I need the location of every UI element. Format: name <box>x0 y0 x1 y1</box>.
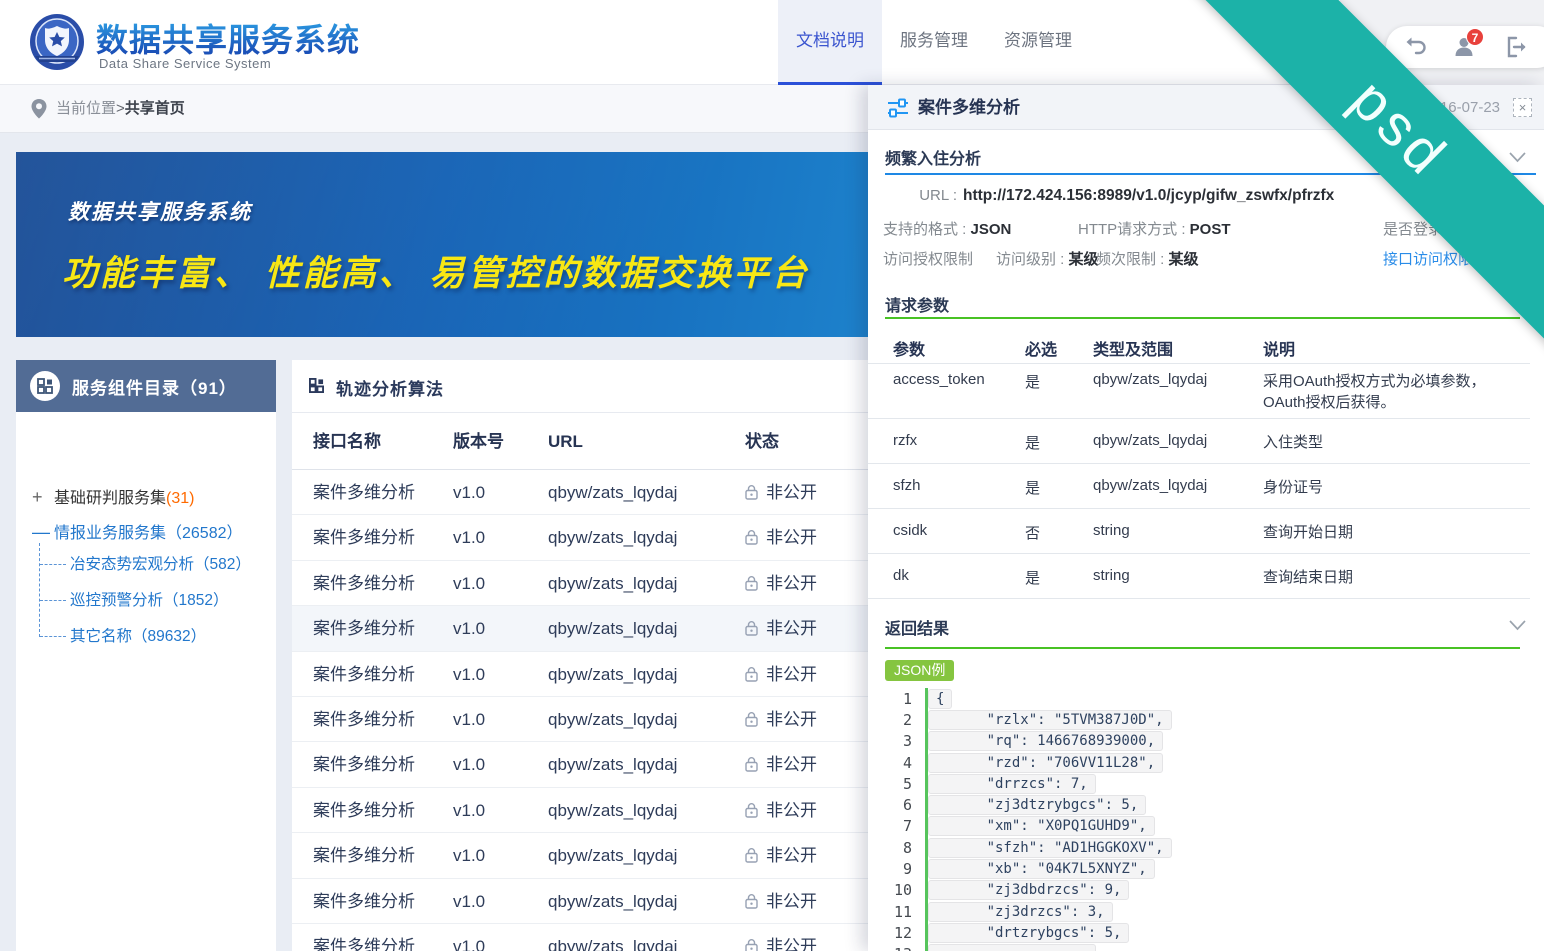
section-divider-green <box>885 317 1520 319</box>
sidebar-item-1[interactable]: —情报业务服务集（26582） <box>32 521 243 543</box>
params-header: 参数 必选 类型及范围 说明 <box>868 336 1544 356</box>
panel-body: 频繁入住分析 URL : http://172.424.156:8989/v1.0… <box>868 130 1544 951</box>
url-label: URL : <box>883 187 957 204</box>
nav-tabs: 文档说明服务管理资源管理 <box>778 0 1090 85</box>
code-line: 1{ <box>882 688 1544 709</box>
param-row: access_token是qbyw/zats_lqydaj采用OAuth授权方式… <box>868 364 1530 419</box>
sidebar-header: 服务组件目录（91） <box>16 360 276 412</box>
url-value: http://172.424.156:8989/v1.0/jcyp/gifw_z… <box>963 187 1334 204</box>
param-column-header: 类型及范围 <box>1093 336 1173 360</box>
breadcrumb-separator: > <box>116 100 125 117</box>
code-line: 10 "zj3dbdrzcs": 9, <box>882 880 1544 901</box>
code-line: 6 "zj3dtzrybgcs": 5, <box>882 794 1544 815</box>
sidebar-child-item[interactable]: 其它名称（89632） <box>40 626 206 648</box>
param-column-header: 必选 <box>1025 336 1057 360</box>
auth-label: 访问授权限制 <box>883 248 973 269</box>
nav-tab-2[interactable]: 资源管理 <box>986 0 1090 85</box>
sidebar-child-item[interactable]: 巡控预警分析（1852） <box>40 590 228 612</box>
table-title: 轨迹分析算法 <box>336 375 444 400</box>
grid-icon <box>309 378 324 398</box>
location-pin-icon <box>30 98 48 125</box>
screen: 数据共享服务系统 Data Share Service System 文档说明服… <box>0 0 1544 951</box>
notification-badge: 7 <box>1466 28 1484 46</box>
chevron-down-icon[interactable] <box>1509 150 1526 168</box>
param-row: csidk否string查询开始日期 <box>868 509 1530 554</box>
banner-slogan: 功能丰富、 性能高、 易管控的数据交换平台 <box>62 245 809 296</box>
param-row: rzfx是qbyw/zats_lqydaj入住类型 <box>868 419 1530 464</box>
section-divider-green <box>885 647 1520 649</box>
police-badge-logo <box>27 12 87 72</box>
code-line: 8 "sfzh": "AD1HGGKOXV", <box>882 837 1544 858</box>
param-row: dk是string查询结束日期 <box>868 554 1530 599</box>
sidebar-child-item[interactable]: 冶安态势宏观分析（582） <box>40 554 251 576</box>
url-row: URL : http://172.424.156:8989/v1.0/jcyp/g… <box>883 187 1334 205</box>
breadcrumb: 当前位置>共享首页 <box>56 85 185 133</box>
service-catalog-card: 服务组件目录（91） +基础研判服务集(31) —情报业务服务集（26582） 冶安… <box>16 360 276 951</box>
chevron-down-icon[interactable] <box>1509 618 1526 636</box>
result-section-title: 返回结果 <box>885 615 949 639</box>
code-line: 7 "xm": "X0PQ1GUHD9", <box>882 816 1544 837</box>
user-button[interactable]: 7 <box>1452 34 1478 60</box>
sliders-icon <box>886 96 910 125</box>
code-line: 5 "drrzcs": 7, <box>882 773 1544 794</box>
params-rows: access_token是qbyw/zats_lqydaj采用OAuth授权方式… <box>868 363 1530 599</box>
column-header: 版本号 <box>453 413 504 470</box>
column-header: URL <box>548 413 583 470</box>
sidebar-tree: +基础研判服务集(31) —情报业务服务集（26582） 冶安态势宏观分析（582）… <box>16 412 276 951</box>
nav-tab-1[interactable]: 服务管理 <box>882 0 986 85</box>
app-subtitle: Data Share Service System <box>99 56 271 71</box>
grid-icon <box>30 371 60 401</box>
meta-field: HTTP请求方式 : POST <box>1078 218 1231 239</box>
param-column-header: 说明 <box>1263 336 1295 360</box>
auth-field: 访问级别 : 某级 <box>996 248 1099 269</box>
code-line: 4 "rzd": "706VV11L28", <box>882 752 1544 773</box>
json-example-badge: JSON例 <box>885 660 954 681</box>
param-row: sfzh是qbyw/zats_lqydaj身份证号 <box>868 464 1530 509</box>
nav-tab-0[interactable]: 文档说明 <box>778 0 882 85</box>
code-line: 9 "xb": "04K7L5XNYZ", <box>882 858 1544 879</box>
auth-field: 频次限制 : 某级 <box>1096 248 1199 269</box>
breadcrumb-current[interactable]: 共享首页 <box>125 100 185 117</box>
sidebar-item-0[interactable]: +基础研判服务集(31) <box>32 486 194 508</box>
param-column-header: 参数 <box>893 336 925 360</box>
code-line: 12 "drtzrybgcs": 5, <box>882 922 1544 943</box>
params-section-title: 请求参数 <box>885 292 949 316</box>
column-header: 接口名称 <box>313 413 381 470</box>
column-header: 状态 <box>745 413 779 470</box>
undo-button[interactable] <box>1402 34 1428 60</box>
code-line: 11 "zj3drzcs": 3, <box>882 901 1544 922</box>
banner-title: 数据共享服务系统 <box>68 196 252 226</box>
breadcrumb-location: 当前位置 <box>56 100 116 117</box>
sidebar-title: 服务组件目录（91） <box>72 374 237 399</box>
code-line: 2 "rzlx": "5TVM387J0D", <box>882 709 1544 730</box>
code-lines: 1{2 "rzlx": "5TVM387J0D",3 "rq": 1466768… <box>882 688 1544 951</box>
panel-title: 案件多维分析 <box>918 85 1020 130</box>
code-line: 3 "rq": 1466768939000, <box>882 731 1544 752</box>
meta-field: 支持的格式 : JSON <box>883 218 1011 239</box>
header-actions: 7 <box>1386 26 1544 68</box>
code-line: 13 <box>882 944 1544 951</box>
auth-row: 访问授权限制 接口访问权限 访问级别 : 某级频次限制 : 某级 <box>868 248 1544 268</box>
section-api-title: 频繁入住分析 <box>885 145 981 169</box>
app-title: 数据共享服务系统 <box>96 15 360 61</box>
close-icon[interactable]: × <box>1513 98 1532 117</box>
logout-button[interactable] <box>1504 34 1530 60</box>
